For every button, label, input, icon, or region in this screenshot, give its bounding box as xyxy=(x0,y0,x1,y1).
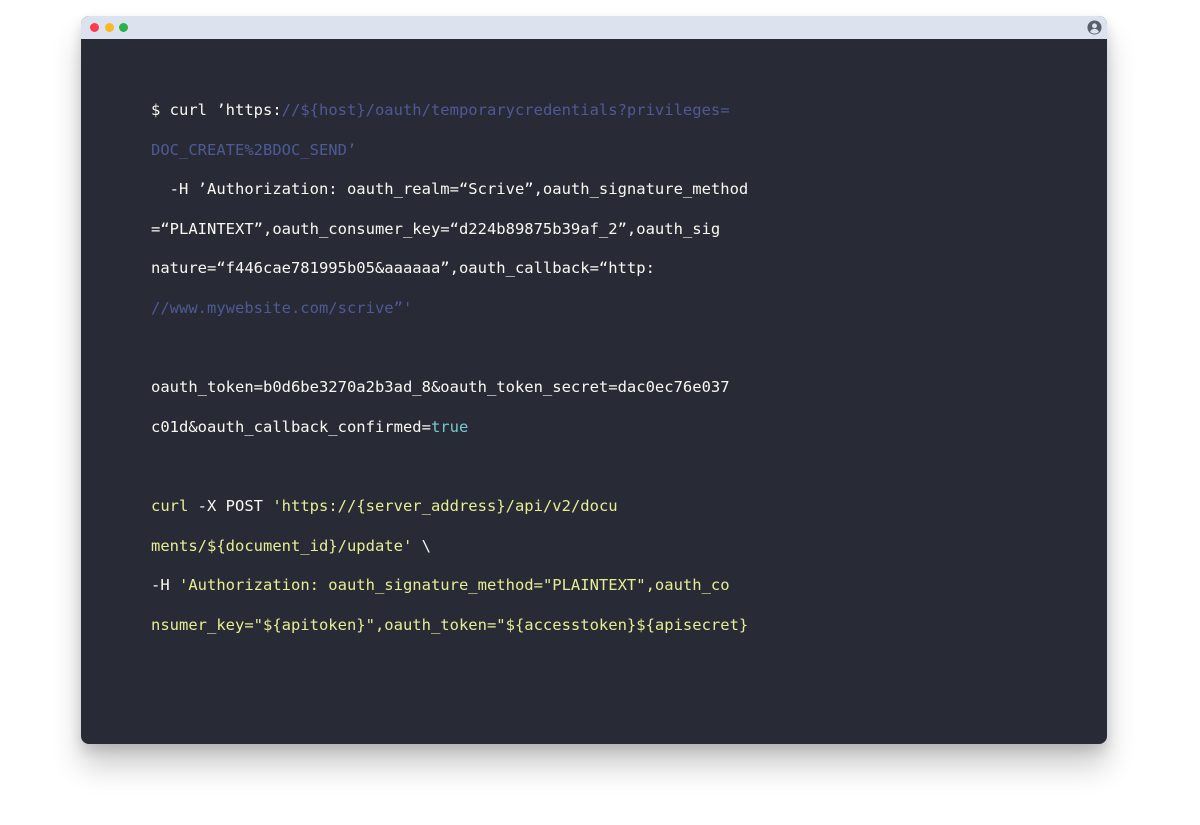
code-line-11: curl -X POST 'https://{server_address}/a… xyxy=(151,487,748,527)
zoom-button[interactable] xyxy=(119,23,128,32)
code-line-8: oauth_token=b0d6be3270a2b3ad_8&oauth_tok… xyxy=(151,368,748,408)
code-token: oauth_token=b0d6be3270a2b3ad_8&oauth_tok… xyxy=(151,378,730,397)
code-line-13: -H 'Authorization: oauth_signature_metho… xyxy=(151,566,748,606)
code-token: nature=“f446cae781995b05&aaaaaa”,oauth_c… xyxy=(151,259,655,278)
code-token: $ curl ’https: xyxy=(151,101,282,119)
code-token: c01d&oauth_callback_confirmed= xyxy=(151,417,431,436)
title-bar xyxy=(81,16,1107,39)
code-line-5: nature=“f446cae781995b05&aaaaaa”,oauth_c… xyxy=(151,249,748,289)
code-line-6: //www.mywebsite.com/scrive”' xyxy=(151,289,748,329)
code-token: //www.mywebsite.com/scrive”' xyxy=(151,298,413,317)
code-token: DOC_CREATE%2BDOC_SEND’ xyxy=(151,140,357,159)
code-line-4: =“PLAINTEXT”,oauth_consumer_key=“d224b89… xyxy=(151,210,748,250)
code-token: true xyxy=(430,417,469,436)
code-line-1: $ curl ’https://${host}/oauth/temporaryc… xyxy=(151,91,748,131)
code-token: -X POST xyxy=(188,496,273,515)
code-line-14: nsumer_key="${apitoken}",oauth_token="${… xyxy=(151,606,748,646)
code-token: curl xyxy=(151,496,189,515)
user-circle-icon[interactable] xyxy=(1087,20,1102,35)
close-button[interactable] xyxy=(90,23,99,32)
code-line-12: ments/${document_id}/update' \ xyxy=(151,527,748,567)
code-token: //${host}/oauth/temporarycredentials?pri… xyxy=(281,101,730,119)
code-line-3: -H ’Authorization: oauth_realm=“Scrive”,… xyxy=(151,170,749,210)
code-block: $ curl ’https://${host}/oauth/temporaryc… xyxy=(151,91,748,645)
minimize-button[interactable] xyxy=(105,23,114,32)
code-token: 'Authorization: oauth_signature_method="… xyxy=(179,576,730,595)
code-token: ments/${document_id}/update' xyxy=(151,536,413,555)
code-token: -H xyxy=(151,576,179,595)
code-token: =“PLAINTEXT”,oauth_consumer_key=“d224b89… xyxy=(151,219,721,238)
code-line-2: DOC_CREATE%2BDOC_SEND’ xyxy=(151,131,748,171)
code-token: -H ’Authorization: oauth_realm=“Scrive”,… xyxy=(151,180,749,199)
terminal-window: $ curl ’https://${host}/oauth/temporaryc… xyxy=(81,16,1107,744)
code-line-9: c01d&oauth_callback_confirmed=true xyxy=(151,408,748,448)
code-token: \ xyxy=(412,536,431,555)
code-token: nsumer_key="${apitoken}",oauth_token="${… xyxy=(151,615,749,634)
code-token: 'https://{server_address}/api/v2/docu xyxy=(272,496,618,515)
